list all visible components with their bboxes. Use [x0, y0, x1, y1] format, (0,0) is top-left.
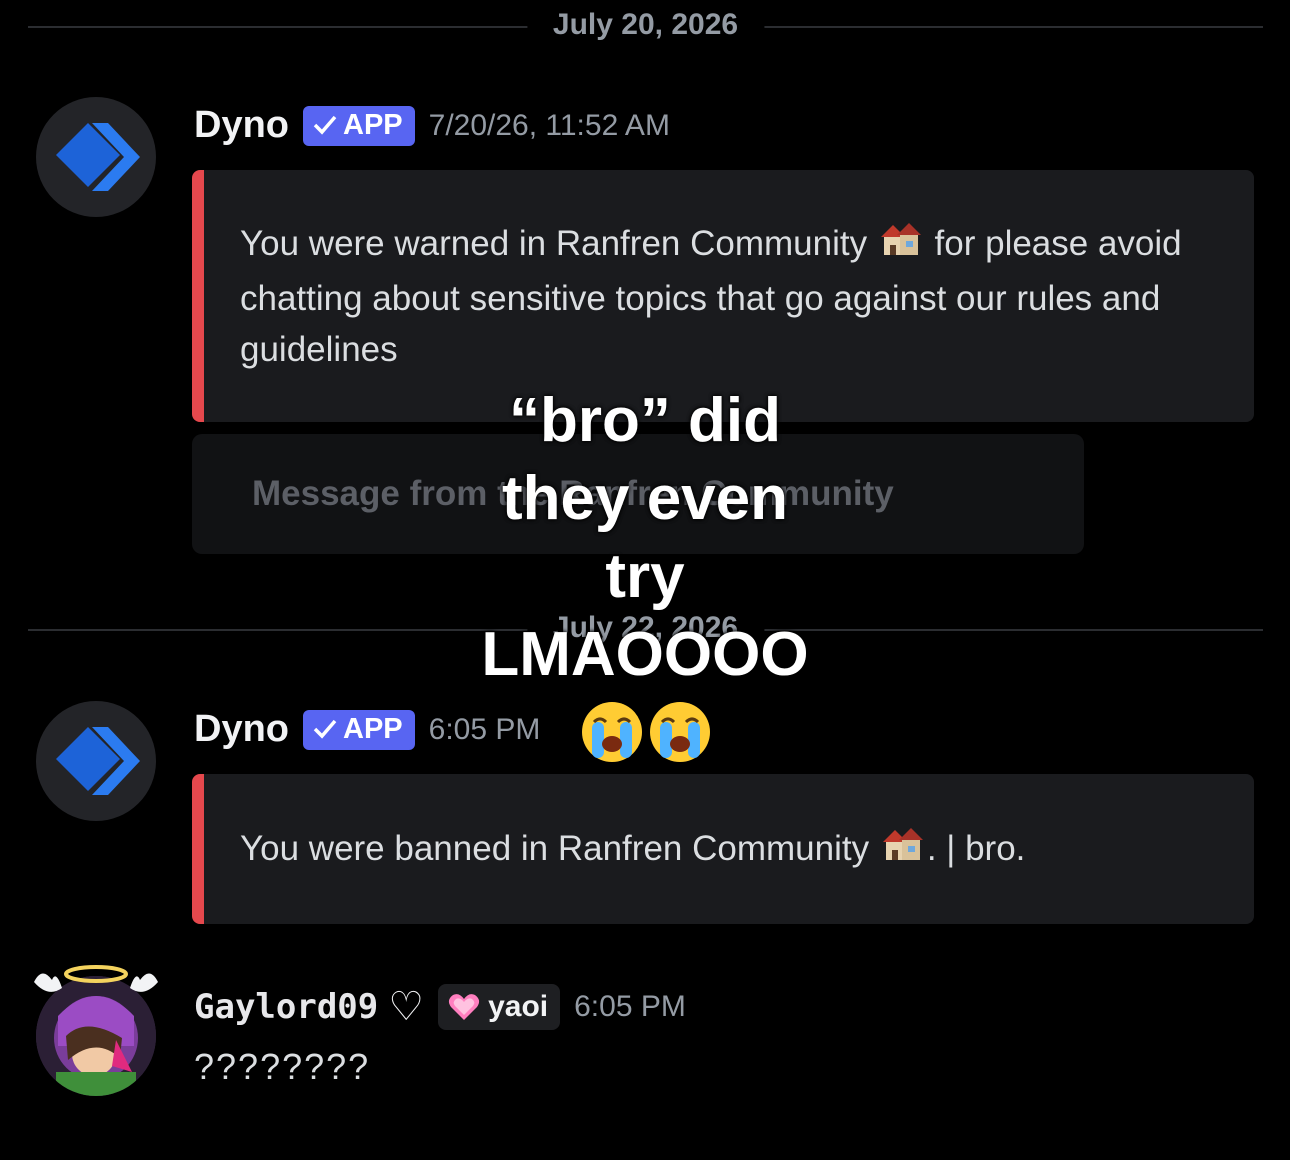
- caption-line-4: LMAOOOO: [481, 620, 809, 689]
- username[interactable]: Gaylord09: [194, 987, 378, 1027]
- pink-heart-icon: [449, 994, 480, 1020]
- timestamp[interactable]: 6:05 PM: [429, 713, 541, 747]
- username[interactable]: Dyno: [194, 708, 289, 751]
- embed-text-part: You were warned in Ranfren Community: [240, 224, 868, 263]
- app-badge-label: APP: [343, 712, 403, 745]
- embed-text-part: You were banned in Ranfren Community: [240, 829, 870, 868]
- date-divider-label: July 20, 2026: [526, 8, 765, 42]
- message-content: ????????: [194, 1046, 371, 1087]
- date-divider-1: July 20, 2026: [28, 8, 1263, 42]
- message-header-2: Dyno APP 6:05 PM: [194, 708, 540, 751]
- username[interactable]: Dyno: [194, 104, 289, 147]
- heart-icon: ♡: [388, 985, 425, 1029]
- timestamp[interactable]: 7/20/26, 11:52 AM: [429, 109, 670, 143]
- house-emoji-icon: [877, 219, 925, 273]
- app-badge-label: APP: [343, 108, 403, 141]
- caption-line-2: they even: [501, 464, 789, 533]
- embed-ban: You were banned in Ranfren Community . |…: [192, 774, 1254, 924]
- embed-description: You were banned in Ranfren Community . |…: [240, 823, 1184, 878]
- role-label: yaoi: [488, 990, 549, 1023]
- checkmark-icon: [313, 719, 337, 739]
- embed-description: You were warned in Ranfren Community for…: [240, 218, 1184, 375]
- house-emoji-icon: [879, 824, 927, 878]
- caption-line-3: try: [605, 542, 685, 611]
- checkmark-icon: [313, 115, 337, 135]
- dyno-avatar[interactable]: [36, 701, 156, 821]
- caption-line-1: “bro” did: [508, 386, 782, 455]
- embed-text-part: . | bro.: [926, 829, 1026, 868]
- app-badge: APP: [303, 709, 415, 750]
- app-badge: APP: [303, 105, 415, 146]
- halo-wings-icon: [34, 965, 158, 992]
- dyno-logo-icon: [56, 123, 140, 191]
- role-tag[interactable]: yaoi: [438, 984, 561, 1030]
- dyno-avatar[interactable]: [36, 97, 156, 217]
- message-header-1: Dyno APP 7/20/26, 11:52 AM: [194, 104, 670, 147]
- dyno-logo-icon: [56, 727, 140, 795]
- message-header-3: Gaylord09 ♡ yaoi 6:05 PM: [194, 984, 686, 1030]
- timestamp[interactable]: 6:05 PM: [574, 990, 686, 1024]
- crying-emoji-icon: [580, 700, 712, 764]
